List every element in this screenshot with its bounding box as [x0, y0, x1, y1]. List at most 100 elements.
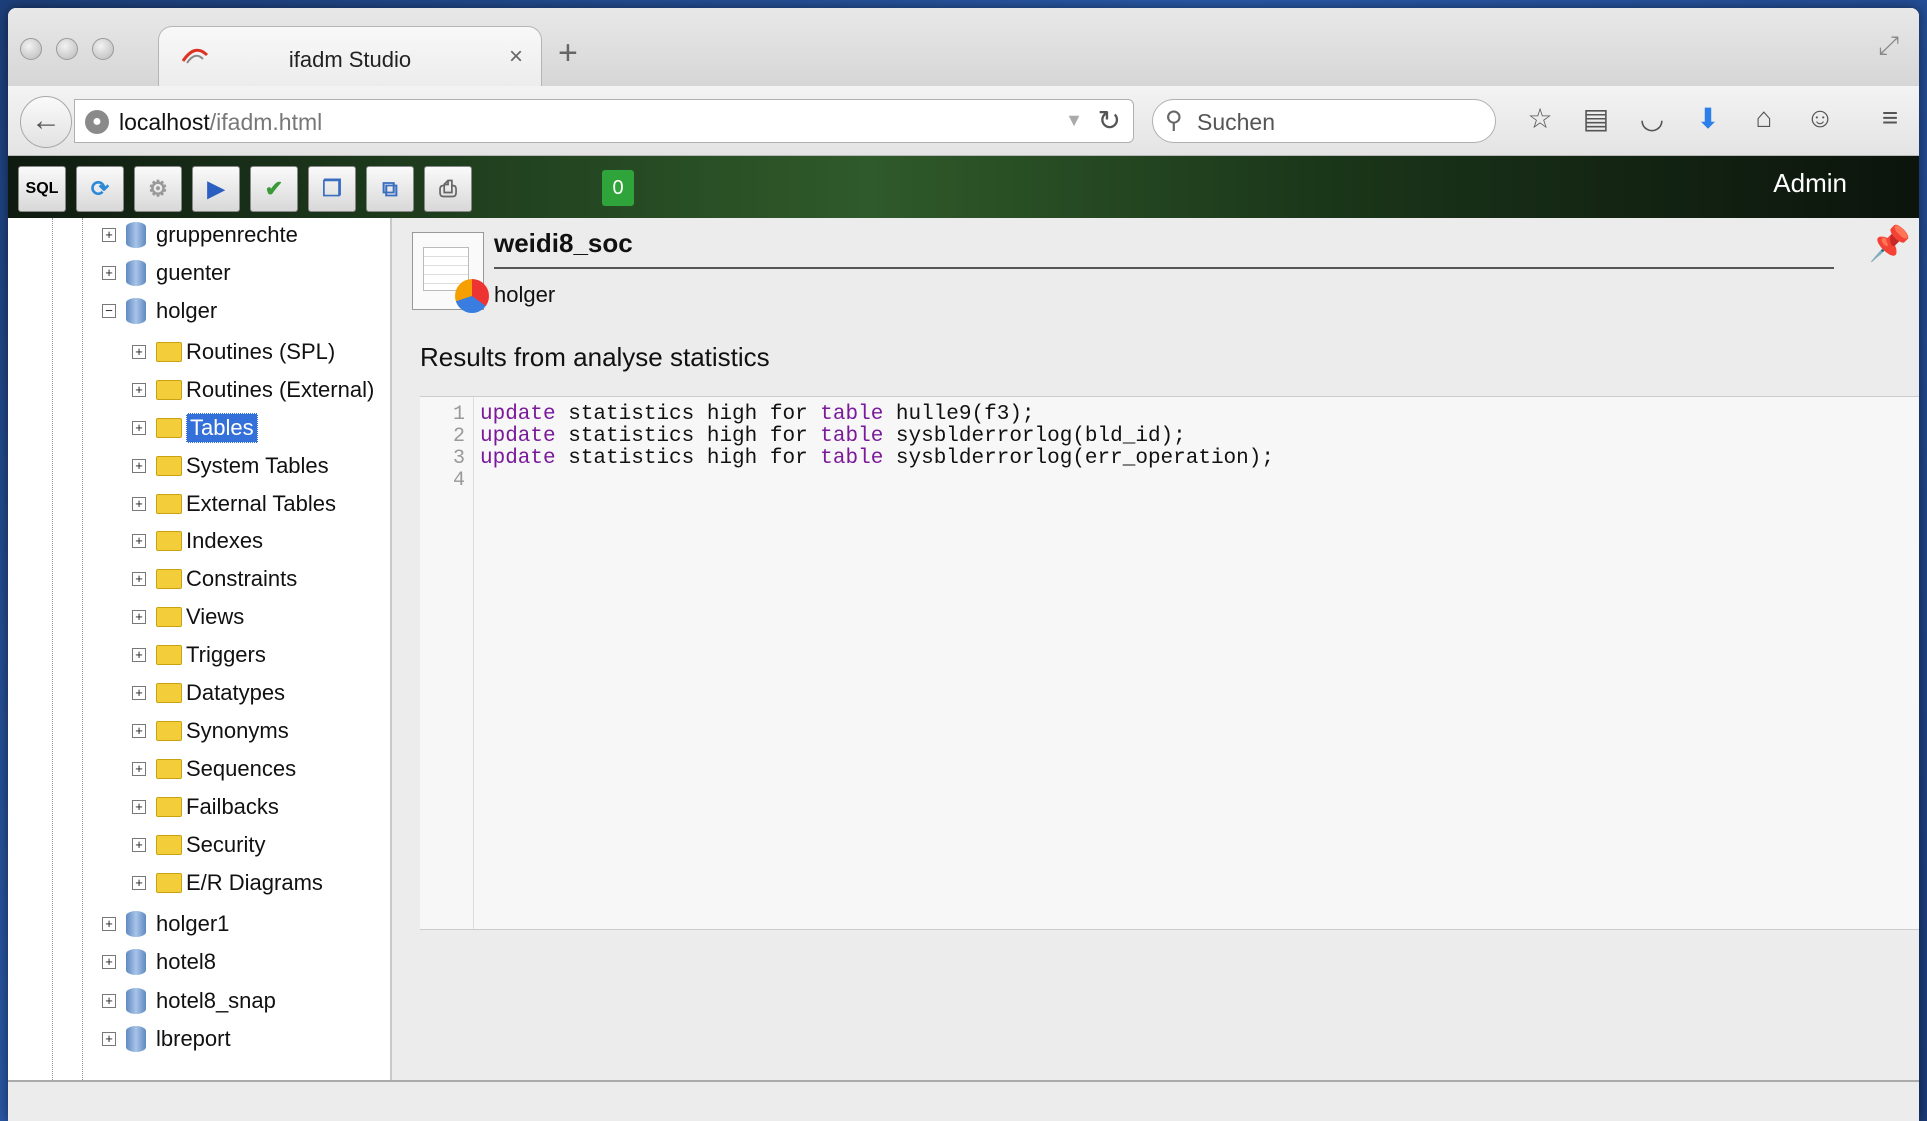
tree-item-label[interactable]: gruppenrechte [156, 222, 298, 248]
tree-item-label[interactable]: holger1 [156, 911, 229, 937]
smiley-icon[interactable]: ☺ [1800, 102, 1840, 134]
expand-icon[interactable]: + [132, 648, 146, 662]
menu-icon[interactable]: ≡ [1870, 102, 1910, 134]
tree-item[interactable]: + E/R Diagrams [132, 866, 323, 900]
tree-item-label[interactable]: Tables [186, 413, 258, 443]
collapse-icon[interactable]: − [102, 304, 116, 318]
tree-item-label[interactable]: Synonyms [186, 718, 289, 744]
expand-icon[interactable]: + [102, 266, 116, 280]
tree-item[interactable]: + holger1 [102, 907, 229, 941]
close-window-button[interactable] [20, 38, 42, 60]
home-icon[interactable]: ⌂ [1744, 102, 1784, 134]
tree-item[interactable]: + Tables [132, 411, 258, 445]
code-line[interactable]: update statistics high for table sysblde… [480, 425, 1186, 448]
search-input[interactable]: ⚲ Suchen [1152, 99, 1496, 143]
url-text[interactable]: localhost/ifadm.html [119, 109, 322, 136]
tree-item[interactable]: + Views [132, 600, 244, 634]
code-editor[interactable]: 1 2 3 4 update statistics high for table… [420, 396, 1919, 930]
user-name[interactable]: Admin [1773, 168, 1847, 199]
expand-icon[interactable]: + [102, 228, 116, 242]
pin-icon[interactable]: 📌 [1869, 224, 1911, 264]
commit-check-button[interactable]: ✔ [250, 166, 298, 212]
expand-icon[interactable]: + [102, 917, 116, 931]
run-play-button[interactable]: ▶ [192, 166, 240, 212]
tree-item[interactable]: + Sequences [132, 752, 296, 786]
minimize-window-button[interactable] [56, 38, 78, 60]
refresh-button[interactable]: ⟳ [76, 166, 124, 212]
expand-icon[interactable]: + [132, 800, 146, 814]
tree-item-label[interactable]: Security [186, 832, 265, 858]
tree-item-label[interactable]: System Tables [186, 453, 329, 479]
expand-icon[interactable]: + [132, 534, 146, 548]
url-bar[interactable]: ● localhost/ifadm.html ▼ ↻ [74, 99, 1134, 143]
expand-icon[interactable]: + [102, 955, 116, 969]
tree-item-label[interactable]: Routines (External) [186, 377, 374, 403]
expand-icon[interactable]: + [102, 994, 116, 1008]
tree-item-label[interactable]: Constraints [186, 566, 297, 592]
expand-icon[interactable]: + [132, 686, 146, 700]
expand-icon[interactable]: + [132, 497, 146, 511]
tree-item-label[interactable]: Indexes [186, 528, 263, 554]
tree-item[interactable]: + hotel8_snap [102, 984, 276, 1018]
tree-item[interactable]: + guenter [102, 256, 231, 290]
expand-icon[interactable]: + [132, 572, 146, 586]
pocket-icon[interactable]: ◡ [1632, 102, 1672, 135]
tab-ifadm-studio[interactable]: ifadm Studio × [158, 26, 542, 88]
fullscreen-icon[interactable]: ⤢ [1878, 30, 1899, 62]
tree-item[interactable]: + Routines (SPL) [132, 335, 335, 369]
expand-icon[interactable]: + [132, 610, 146, 624]
tree-item-label[interactable]: hotel8 [156, 949, 216, 975]
tree-item-label[interactable]: Triggers [186, 642, 266, 668]
tree-item-label[interactable]: Sequences [186, 756, 296, 782]
tree-item[interactable]: + Security [132, 828, 265, 862]
tree-item-label[interactable]: External Tables [186, 491, 336, 517]
tree-item[interactable]: + lbreport [102, 1022, 231, 1056]
expand-icon[interactable]: + [132, 724, 146, 738]
code-line[interactable]: update statistics high for table sysblde… [480, 447, 1274, 470]
back-button[interactable]: ← [20, 96, 72, 148]
tree-item[interactable]: + System Tables [132, 449, 329, 483]
reload-icon[interactable]: ↻ [1098, 104, 1121, 137]
tab-close-icon[interactable]: × [509, 43, 523, 71]
compare-button[interactable]: ⧉ [366, 166, 414, 212]
tree-item[interactable]: + gruppenrechte [102, 218, 298, 252]
code-line[interactable]: update statistics high for table hulle9(… [480, 403, 1035, 426]
expand-icon[interactable]: + [132, 421, 146, 435]
tree-item-label[interactable]: Views [186, 604, 244, 630]
tree-item[interactable]: − holger [102, 294, 217, 328]
copy-button[interactable]: ❐ [308, 166, 356, 212]
tree-item-label[interactable]: Datatypes [186, 680, 285, 706]
expand-icon[interactable]: + [132, 345, 146, 359]
object-tree-sidebar[interactable]: + gruppenrechte + guenter − holger + Routines (… [8, 218, 392, 1080]
tree-item[interactable]: + Triggers [132, 638, 266, 672]
expand-icon[interactable]: + [102, 1032, 116, 1046]
tree-item[interactable]: + hotel8 [102, 945, 216, 979]
tree-item[interactable]: + Routines (External) [132, 373, 374, 407]
expand-icon[interactable]: + [132, 876, 146, 890]
bookmark-star-icon[interactable]: ☆ [1520, 102, 1560, 135]
tree-item-label[interactable]: guenter [156, 260, 231, 286]
new-tab-button[interactable]: + [558, 36, 578, 70]
tree-item-label[interactable]: lbreport [156, 1026, 231, 1052]
expand-icon[interactable]: + [132, 459, 146, 473]
expand-icon[interactable]: + [132, 762, 146, 776]
tree-item[interactable]: + Failbacks [132, 790, 279, 824]
print-button[interactable]: ⎙ [424, 166, 472, 212]
tree-item-label[interactable]: hotel8_snap [156, 988, 276, 1014]
counter-badge[interactable]: 0 [602, 170, 634, 206]
settings-gear-button[interactable]: ⚙ [134, 166, 182, 212]
tree-item[interactable]: + Indexes [132, 524, 263, 558]
tree-item[interactable]: + Datatypes [132, 676, 285, 710]
tree-item-label[interactable]: holger [156, 298, 217, 324]
tree-item[interactable]: + Constraints [132, 562, 297, 596]
expand-icon[interactable]: + [132, 838, 146, 852]
tree-item[interactable]: + External Tables [132, 487, 336, 521]
sql-button[interactable]: SQL [18, 166, 66, 212]
downloads-icon[interactable]: ⬇ [1688, 102, 1728, 135]
zoom-window-button[interactable] [92, 38, 114, 60]
tree-item[interactable]: + Synonyms [132, 714, 289, 748]
tree-item-label[interactable]: Routines (SPL) [186, 339, 335, 365]
url-dropdown-icon[interactable]: ▼ [1065, 110, 1083, 131]
tree-item-label[interactable]: Failbacks [186, 794, 279, 820]
reading-list-icon[interactable]: ▤ [1576, 102, 1616, 135]
